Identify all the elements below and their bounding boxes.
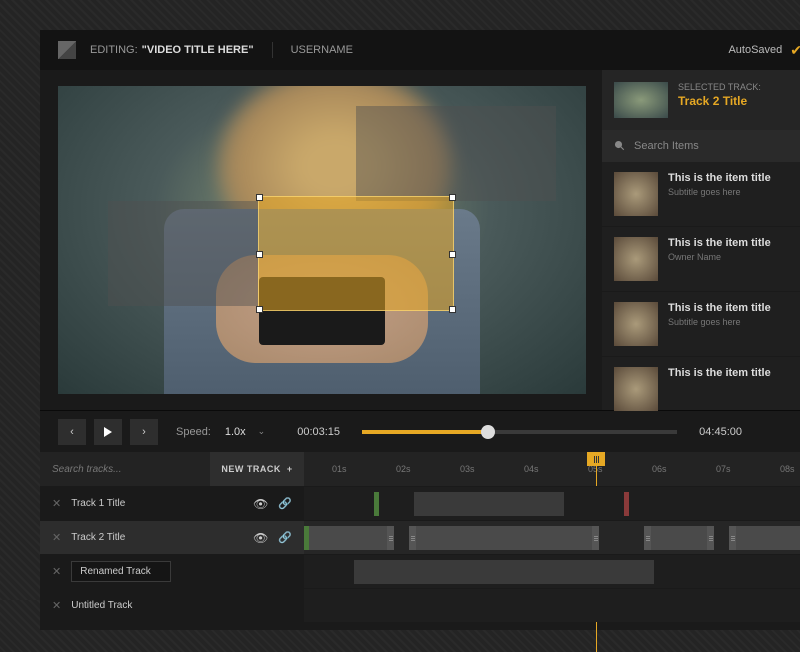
track-lane[interactable] [304,555,800,588]
item-subtitle: Subtitle goes here [668,187,771,197]
list-item[interactable]: This is the item title [602,357,800,422]
selected-track-title: Track 2 Title [678,94,761,108]
search-tracks-input[interactable]: Search tracks... [40,464,210,475]
selected-track-thumb [614,82,668,118]
track-lane[interactable] [304,589,800,622]
track-name-input[interactable]: Renamed Track [71,561,171,582]
scrubber-knob[interactable] [481,425,495,439]
app-logo [58,41,76,59]
item-thumb [614,367,658,411]
clip[interactable] [414,492,564,516]
close-icon[interactable]: ✕ [52,565,61,578]
item-list: This is the item title Subtitle goes here… [602,162,800,422]
list-item[interactable]: This is the item title Subtitle goes here [602,292,800,357]
list-item[interactable]: This is the item title Subtitle goes here [602,162,800,227]
overlay-region[interactable] [356,106,556,201]
track-lane[interactable] [304,487,800,520]
close-icon[interactable]: ✕ [52,531,61,544]
link-icon[interactable]: 🔗 [278,497,292,510]
new-track-button[interactable]: NEW TRACK+ [210,452,304,486]
item-thumb [614,172,658,216]
ruler-tick: 07s [716,464,731,474]
marker[interactable] [304,526,309,550]
marker[interactable] [374,492,379,516]
item-title: This is the item title [668,302,771,314]
resize-handle[interactable] [256,306,263,313]
ruler-tick: 06s [652,464,667,474]
resize-handle[interactable] [449,194,456,201]
clip[interactable] [729,526,800,550]
clip[interactable] [304,526,394,550]
item-thumb [614,237,658,281]
ruler-tick: 01s [332,464,347,474]
topbar: EDITING: "VIDEO TITLE HERE" USERNAME Aut… [40,30,800,70]
autosaved-label: AutoSaved [728,44,782,56]
resize-handle[interactable] [256,251,263,258]
track-name: Untitled Track [71,600,292,611]
selected-track-label: SELECTED TRACK: [678,82,761,92]
divider [272,42,273,58]
ruler-tick: 02s [396,464,411,474]
track-row[interactable]: ✕ Track 2 Title 👁 🔗 [40,520,800,554]
video-editor-app: EDITING: "VIDEO TITLE HERE" USERNAME Aut… [40,30,800,630]
eye-icon[interactable]: 👁 [253,497,268,511]
overlay-region[interactable] [108,201,258,306]
resize-handle[interactable] [449,306,456,313]
editing-label: EDITING: [90,44,138,56]
resize-handle[interactable] [449,251,456,258]
search-items-input[interactable]: Search Items [602,130,800,162]
selected-track-card: SELECTED TRACK: Track 2 Title [602,70,800,130]
plus-icon: + [287,464,293,474]
track-header: Search tracks... NEW TRACK+ 01s 02s 03s … [40,452,800,486]
ruler-tick: 04s [524,464,539,474]
speed-label: Speed: [176,426,211,438]
search-icon [614,140,626,152]
marker[interactable] [624,492,629,516]
track-row[interactable]: ✕ Track 1 Title 👁 🔗 [40,486,800,520]
close-icon[interactable]: ✕ [52,497,61,510]
scrubber[interactable] [362,430,677,434]
preview-panel [40,70,602,410]
preview-canvas[interactable] [58,86,586,394]
link-icon[interactable]: 🔗 [278,531,292,544]
prev-button[interactable]: ‹ [58,419,86,445]
track-name: Track 1 Title [71,498,243,509]
track-lane[interactable] [304,521,800,554]
item-title: This is the item title [668,172,771,184]
tracks-panel: ✕ Track 1 Title 👁 🔗 ✕ Track 2 Title 👁 🔗 [40,486,800,622]
speed-value[interactable]: 1.0x [225,426,246,438]
resize-handle[interactable] [256,194,263,201]
next-button[interactable]: › [130,419,158,445]
clip[interactable] [409,526,599,550]
check-icon: ✔ [790,42,800,59]
selected-overlay[interactable] [258,196,454,311]
clip[interactable] [354,560,654,584]
current-time: 00:03:15 [297,426,340,438]
ruler-tick: 08s [780,464,795,474]
ruler-tick: 03s [460,464,475,474]
eye-icon[interactable]: 👁 [253,531,268,545]
scrubber-fill [362,430,488,434]
track-row[interactable]: ✕ Renamed Track [40,554,800,588]
clip[interactable] [644,526,714,550]
timeline-ruler[interactable]: 01s 02s 03s 04s 05s 06s 07s 08s [304,452,800,486]
item-title: This is the item title [668,237,771,249]
duration: 04:45:00 [699,426,742,438]
track-row[interactable]: ✕ Untitled Track [40,588,800,622]
close-icon[interactable]: ✕ [52,599,61,612]
track-name: Track 2 Title [71,532,243,543]
item-owner: Owner Name [668,252,771,262]
chevron-down-icon[interactable]: ⌄ [258,426,266,437]
item-thumb [614,302,658,346]
search-placeholder: Search Items [634,140,699,152]
video-title: "VIDEO TITLE HERE" [142,44,254,56]
item-subtitle: Subtitle goes here [668,317,771,327]
username: USERNAME [291,44,353,56]
playhead-cap[interactable] [587,452,605,466]
list-item[interactable]: This is the item title Owner Name [602,227,800,292]
item-title: This is the item title [668,367,771,379]
play-button[interactable] [94,419,122,445]
sidebar: SELECTED TRACK: Track 2 Title Search Ite… [602,70,800,410]
